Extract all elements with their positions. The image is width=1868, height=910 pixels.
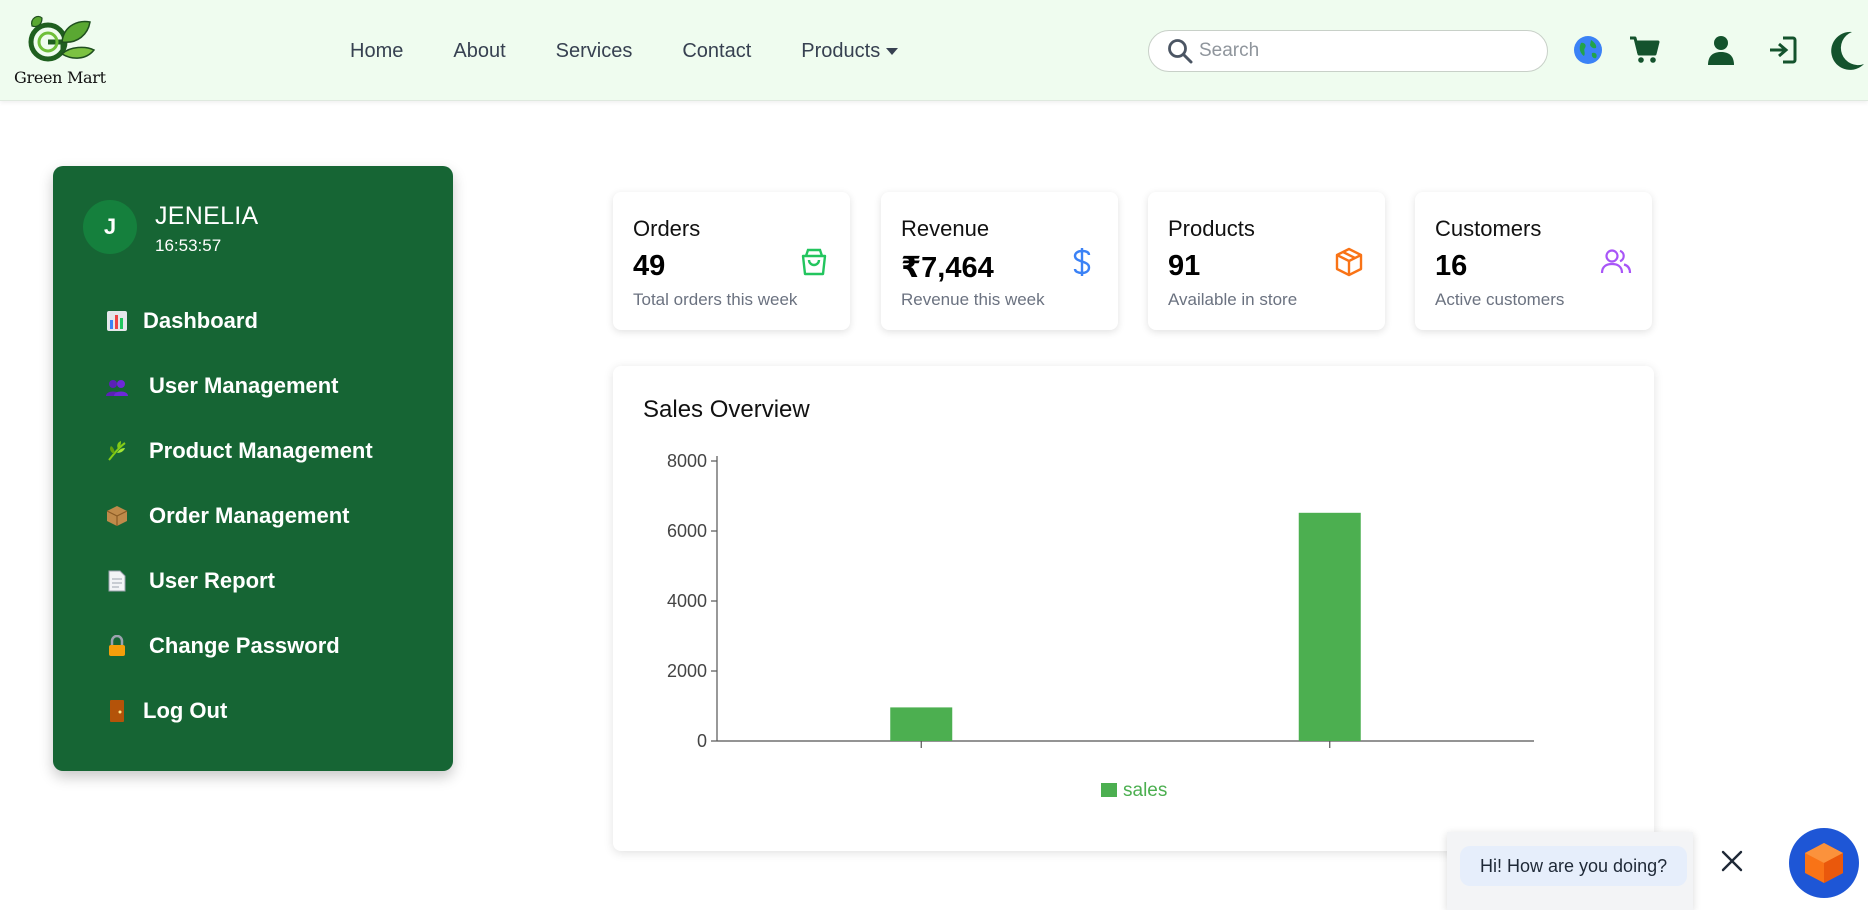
herb-icon xyxy=(105,439,129,463)
cube-icon xyxy=(1805,843,1843,883)
nav-products-dropdown[interactable]: Products xyxy=(801,40,899,63)
nav-contact[interactable]: Contact xyxy=(682,40,751,63)
stat-subtitle: Available in store xyxy=(1168,290,1298,309)
stat-title: Products xyxy=(1168,216,1255,241)
sidebar-item-user-report[interactable]: User Report xyxy=(105,568,275,594)
stat-title: Revenue xyxy=(901,216,990,241)
stat-card-customers: Customers 16 Active customers xyxy=(1415,192,1652,330)
main-nav: Home About Services Contact Products xyxy=(350,40,948,63)
stat-subtitle: Total orders this week xyxy=(633,290,798,309)
stat-value: 91 xyxy=(1168,250,1201,282)
users-icon xyxy=(105,374,129,398)
stat-card-revenue: Revenue ₹7,464 Revenue this week xyxy=(881,192,1118,330)
search-box xyxy=(1148,30,1548,72)
stat-value: 16 xyxy=(1435,250,1468,282)
chatbot-button[interactable] xyxy=(1789,828,1859,898)
caret-down-icon xyxy=(886,48,899,55)
nav-products-label: Products xyxy=(801,40,881,62)
close-icon[interactable] xyxy=(1719,848,1745,874)
stat-value: 49 xyxy=(633,250,666,282)
door-icon xyxy=(105,699,129,723)
stat-value: ₹7,464 xyxy=(901,252,994,284)
search-icon xyxy=(1168,39,1193,64)
package-icon xyxy=(105,504,129,528)
nav-home[interactable]: Home xyxy=(350,40,403,63)
login-icon[interactable] xyxy=(1765,32,1801,68)
y-tick-label: 6000 xyxy=(667,521,707,541)
avatar: J xyxy=(83,200,137,254)
legend-swatch xyxy=(1101,783,1117,797)
sidebar-item-user-management[interactable]: User Management xyxy=(105,373,339,399)
legend-label: sales xyxy=(1123,780,1167,801)
sidebar-item-order-management[interactable]: Order Management xyxy=(105,503,350,529)
users-icon xyxy=(1600,249,1632,274)
y-tick-label: 8000 xyxy=(667,451,707,471)
bar-sales xyxy=(890,707,953,741)
sidebar-item-product-management[interactable]: Product Management xyxy=(105,438,373,464)
bar-sales xyxy=(1298,512,1361,741)
stat-subtitle: Revenue this week xyxy=(901,290,1045,309)
user-name: JENELIA xyxy=(155,202,259,230)
lock-icon xyxy=(105,634,129,658)
user-time: 16:53:57 xyxy=(155,236,222,255)
sidebar-item-label: Dashboard xyxy=(143,308,258,333)
sidebar: J JENELIA 16:53:57 Dashboard User Manage… xyxy=(53,166,453,771)
y-tick-label: 2000 xyxy=(667,661,707,681)
cart-icon[interactable] xyxy=(1626,32,1662,68)
box-icon xyxy=(1335,247,1363,277)
sidebar-item-log-out[interactable]: Log Out xyxy=(105,698,227,724)
top-header: Green Mart Home About Services Contact P… xyxy=(0,0,1868,101)
sidebar-item-label: Product Management xyxy=(149,438,373,463)
stat-title: Customers xyxy=(1435,216,1542,241)
globe-icon[interactable] xyxy=(1570,32,1606,68)
dollar-icon xyxy=(1073,248,1091,276)
search-input[interactable] xyxy=(1199,40,1529,62)
stat-card-products: Products 91 Available in store xyxy=(1148,192,1385,330)
sales-bar-chart: 0 2000 4000 6000 8000 sales xyxy=(667,451,1534,801)
stat-title: Orders xyxy=(633,216,701,241)
sidebar-item-label: User Report xyxy=(149,568,275,593)
brand-name: Green Mart xyxy=(14,68,106,87)
stat-subtitle: Active customers xyxy=(1435,290,1565,309)
y-tick-label: 4000 xyxy=(667,591,707,611)
user-icon[interactable] xyxy=(1703,32,1739,68)
sidebar-item-label: Change Password xyxy=(149,633,340,658)
chat-message: Hi! How are you doing? xyxy=(1460,846,1688,886)
sidebar-item-change-password[interactable]: Change Password xyxy=(105,633,340,659)
sidebar-item-label: Order Management xyxy=(149,503,350,528)
document-icon xyxy=(105,569,129,593)
moon-icon[interactable] xyxy=(1822,28,1868,74)
nav-about[interactable]: About xyxy=(453,40,505,63)
sidebar-item-label: User Management xyxy=(149,373,339,398)
y-tick-label: 0 xyxy=(697,731,707,751)
bar-chart-icon xyxy=(105,309,129,333)
sales-overview-card: Sales Overview 0 2000 4000 6000 8000 sales xyxy=(613,366,1654,851)
chat-popup: Hi! How are you doing? xyxy=(1447,832,1693,910)
nav-services[interactable]: Services xyxy=(556,40,633,63)
shopping-bag-icon xyxy=(801,248,827,276)
sidebar-item-label: Log Out xyxy=(143,698,228,723)
stat-card-orders: Orders 49 Total orders this week xyxy=(613,192,850,330)
sidebar-item-dashboard[interactable]: Dashboard xyxy=(105,308,258,334)
